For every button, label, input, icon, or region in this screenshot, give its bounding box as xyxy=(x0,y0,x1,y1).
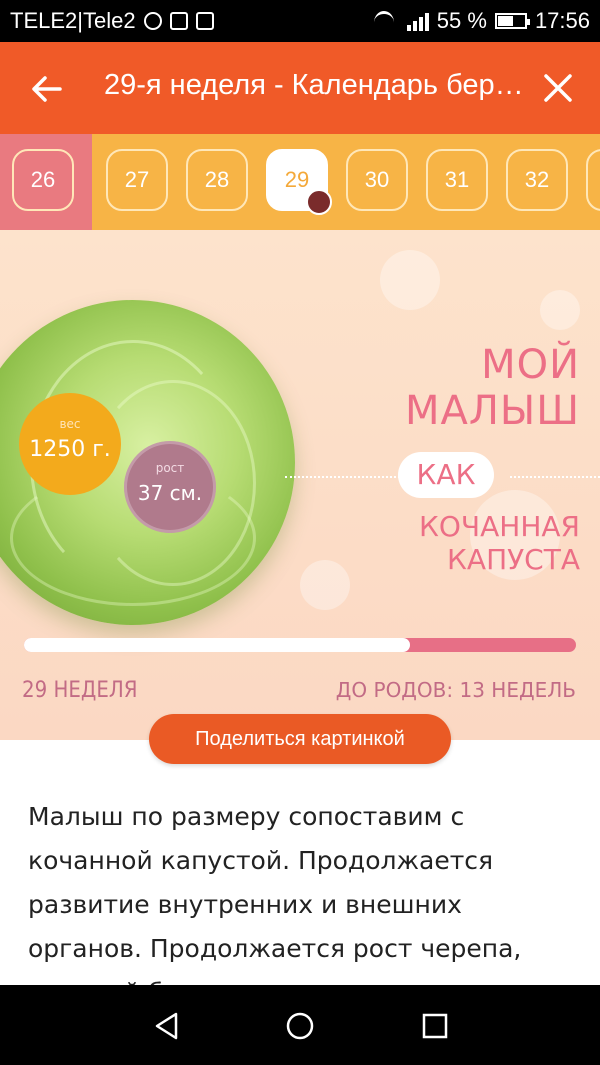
week-item-partial[interactable] xyxy=(586,149,600,211)
height-label: рост xyxy=(155,461,185,475)
clock: 17:56 xyxy=(534,8,590,33)
share-image-button[interactable]: Поделиться картинкой xyxy=(149,714,451,764)
week-illustration: вес 1250 г. рост 37 см. МОЙ МАЛЫШ КАК КО… xyxy=(0,230,600,740)
week-item[interactable]: 28 xyxy=(186,149,248,211)
height-badge: рост 37 см. xyxy=(124,441,216,533)
pregnancy-progress-bar xyxy=(24,638,576,652)
arrow-left-icon[interactable] xyxy=(30,72,64,106)
week-item[interactable]: 27 xyxy=(106,149,168,211)
weight-value: 1250 г. xyxy=(29,437,111,462)
headline-kak: КАК xyxy=(398,452,494,498)
headline-line3: КОЧАННАЯ КАПУСТА xyxy=(419,510,580,576)
progress-fill xyxy=(24,638,411,652)
navigation-bar xyxy=(0,985,600,1065)
weight-label: вес xyxy=(59,417,81,431)
home-circle-icon[interactable] xyxy=(285,1011,315,1041)
week-selector: 26 27 28 29 30 31 32 xyxy=(0,134,600,230)
keyboard-icon xyxy=(195,12,214,30)
week-item[interactable]: 32 xyxy=(506,149,568,211)
battery-icon xyxy=(494,13,530,29)
page-title: 29-я неделя - Календарь беременности xyxy=(104,69,524,101)
weight-badge: вес 1250 г. xyxy=(19,393,121,495)
back-triangle-icon[interactable] xyxy=(152,1011,182,1041)
week-item[interactable]: 26 xyxy=(12,149,74,211)
headline: МОЙ МАЛЫШ КАК КОЧАННАЯ КАПУСТА xyxy=(285,342,600,576)
week-item-selected[interactable]: 29 xyxy=(266,149,332,215)
notification-icon xyxy=(143,12,162,30)
status-bar: TELE2|Tele2 55 % 17:56 xyxy=(0,0,600,42)
avatar xyxy=(306,189,332,215)
app-bar: 29-я неделя - Календарь беременности xyxy=(0,42,600,134)
carrier-label: TELE2|Tele2 xyxy=(10,8,136,33)
close-icon[interactable] xyxy=(540,70,576,106)
headline-line1: МОЙ МАЛЫШ xyxy=(404,342,580,434)
article-text: Малыш по размеру сопоставим с кочанной к… xyxy=(28,802,522,985)
weeks-until-birth-label: ДО РОДОВ: 13 НЕДЕЛЬ xyxy=(335,678,576,702)
recents-square-icon[interactable] xyxy=(420,1011,450,1041)
battery-percent: 55 % xyxy=(436,8,487,33)
wifi-icon xyxy=(373,11,399,31)
height-value: 37 см. xyxy=(137,481,203,505)
current-week-label: 29 НЕДЕЛЯ xyxy=(22,678,138,703)
signal-icon xyxy=(406,11,429,31)
week-item[interactable]: 31 xyxy=(426,149,488,211)
image-icon xyxy=(169,12,188,30)
week-number: 29 xyxy=(284,167,310,192)
week-item[interactable]: 30 xyxy=(346,149,408,211)
